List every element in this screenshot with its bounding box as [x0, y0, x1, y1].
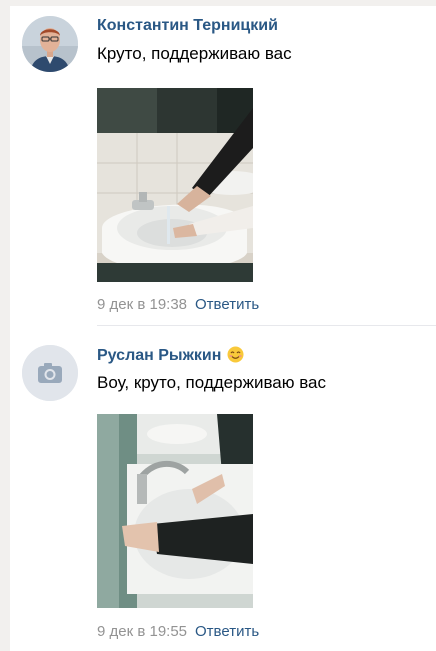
- camera-placeholder-icon: [22, 345, 78, 401]
- divider: [97, 325, 436, 326]
- comment-date: 9 дек в 19:38: [97, 296, 188, 313]
- comment-author[interactable]: Константин Терницкий: [97, 17, 278, 35]
- comment-meta: 9 дек в 19:55 Ответить: [97, 623, 259, 640]
- reply-button[interactable]: Ответить: [195, 623, 259, 640]
- comment-author[interactable]: Руслан Рыжкин: [97, 346, 244, 365]
- reply-button[interactable]: Ответить: [195, 296, 259, 313]
- comment-item: Константин Терницкий Круто, поддерживаю …: [10, 6, 436, 328]
- smiling-face-emoji: [227, 346, 244, 363]
- comment-item: Руслан Рыжкин Воу, круто, поддерживаю ва…: [10, 335, 436, 651]
- comment-photo[interactable]: [97, 414, 253, 608]
- comment-date: 9 дек в 19:55: [97, 623, 188, 640]
- comment-meta: 9 дек в 19:38 Ответить: [97, 296, 259, 313]
- comment-text: Круто, поддерживаю вас: [97, 44, 292, 63]
- avatar[interactable]: [22, 345, 78, 401]
- comment-photo[interactable]: [97, 88, 253, 282]
- comments-panel: Константин Терницкий Круто, поддерживаю …: [10, 6, 436, 651]
- comment-author-name[interactable]: Руслан Рыжкин: [97, 347, 221, 364]
- comment-text: Воу, круто, поддерживаю вас: [97, 373, 327, 392]
- avatar[interactable]: [22, 16, 78, 72]
